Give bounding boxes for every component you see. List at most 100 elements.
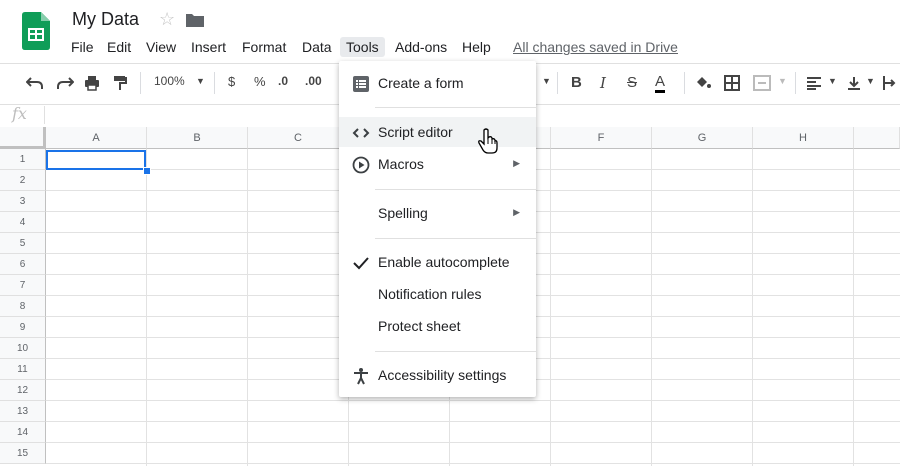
- menu-item-label: Macros: [378, 156, 424, 172]
- menu-item-enable-autocomplete[interactable]: Enable autocomplete: [339, 247, 536, 277]
- row-header[interactable]: 6: [0, 254, 46, 275]
- column-header[interactable]: B: [147, 127, 248, 149]
- row-header[interactable]: 11: [0, 359, 46, 380]
- gridline: [46, 463, 900, 464]
- chevron-down-icon[interactable]: ▼: [828, 76, 837, 86]
- row-header[interactable]: 8: [0, 296, 46, 317]
- form-icon: [353, 76, 369, 92]
- menu-file[interactable]: File: [65, 37, 100, 57]
- star-icon[interactable]: ☆: [159, 9, 175, 30]
- zoom-select[interactable]: 100%: [154, 74, 185, 88]
- menu-data[interactable]: Data: [296, 37, 338, 57]
- menu-item-label: Script editor: [378, 124, 453, 140]
- divider: [214, 72, 215, 94]
- menu-divider: [375, 107, 536, 108]
- menu-divider: [375, 238, 536, 239]
- row-header[interactable]: 7: [0, 275, 46, 296]
- gridline: [247, 149, 248, 466]
- tools-menu-dropdown: Create a form Script editor Macros ▶ Spe…: [339, 61, 536, 397]
- divider: [684, 72, 685, 94]
- selected-cell-a1[interactable]: [46, 150, 146, 170]
- row-header[interactable]: 4: [0, 212, 46, 233]
- menu-item-accessibility-settings[interactable]: Accessibility settings: [339, 360, 536, 390]
- menu-item-script-editor[interactable]: Script editor: [339, 117, 536, 147]
- strikethrough-icon[interactable]: S: [627, 74, 637, 91]
- row-header[interactable]: 1: [0, 149, 46, 170]
- percent-button[interactable]: %: [254, 74, 266, 89]
- menu-item-protect-sheet[interactable]: Protect sheet: [339, 311, 536, 341]
- folder-icon[interactable]: [186, 13, 204, 27]
- gridline: [46, 442, 900, 443]
- bold-icon[interactable]: B: [571, 74, 582, 91]
- align-left-icon[interactable]: [806, 76, 822, 90]
- italic-icon[interactable]: I: [600, 74, 606, 92]
- chevron-down-icon[interactable]: ▼: [778, 76, 787, 86]
- borders-icon[interactable]: [724, 75, 740, 91]
- row-header[interactable]: 3: [0, 191, 46, 212]
- submenu-arrow-icon: ▶: [513, 158, 520, 168]
- column-header[interactable]: C: [248, 127, 349, 149]
- row-header[interactable]: 5: [0, 233, 46, 254]
- redo-icon[interactable]: [56, 76, 74, 90]
- gridline: [46, 400, 900, 401]
- gridline: [146, 149, 147, 466]
- column-header[interactable]: G: [652, 127, 753, 149]
- doc-title[interactable]: My Data: [72, 9, 139, 30]
- row-header[interactable]: 13: [0, 401, 46, 422]
- menu-item-label: Protect sheet: [378, 318, 461, 334]
- column-header[interactable]: H: [753, 127, 854, 149]
- divider: [557, 72, 558, 94]
- chevron-down-icon[interactable]: ▼: [196, 76, 205, 86]
- paint-format-icon[interactable]: [113, 75, 127, 91]
- row-header[interactable]: 15: [0, 443, 46, 464]
- chevron-down-icon[interactable]: ▼: [866, 76, 875, 86]
- print-icon[interactable]: [84, 75, 100, 91]
- menu-insert[interactable]: Insert: [185, 37, 232, 57]
- menu-divider: [375, 351, 536, 352]
- divider: [44, 106, 45, 124]
- increase-decimal-button[interactable]: .00: [305, 74, 322, 88]
- row-header[interactable]: 14: [0, 422, 46, 443]
- menu-addons[interactable]: Add-ons: [389, 37, 453, 57]
- gridline: [651, 149, 652, 466]
- gridline: [752, 149, 753, 466]
- menu-item-spelling[interactable]: Spelling ▶: [339, 198, 536, 228]
- menu-edit[interactable]: Edit: [101, 37, 137, 57]
- sheets-logo[interactable]: [22, 12, 50, 50]
- accessibility-icon: [354, 368, 368, 385]
- menu-format[interactable]: Format: [236, 37, 292, 57]
- vertical-align-icon[interactable]: [846, 75, 862, 91]
- text-color-icon[interactable]: A: [655, 74, 666, 93]
- menu-item-macros[interactable]: Macros ▶: [339, 149, 536, 179]
- menu-help[interactable]: Help: [456, 37, 497, 57]
- row-header[interactable]: 10: [0, 338, 46, 359]
- fill-handle[interactable]: [143, 167, 151, 175]
- column-header[interactable]: [854, 127, 900, 149]
- menu-view[interactable]: View: [140, 37, 182, 57]
- chevron-down-icon[interactable]: ▼: [542, 76, 551, 86]
- gridline: [853, 149, 854, 466]
- text-wrap-icon[interactable]: [882, 75, 898, 91]
- select-all-corner[interactable]: [0, 127, 46, 149]
- merge-cells-icon[interactable]: [753, 75, 771, 91]
- check-icon: [353, 257, 369, 270]
- menu-item-label: Notification rules: [378, 286, 482, 302]
- fill-color-icon[interactable]: [694, 75, 712, 91]
- column-header[interactable]: F: [551, 127, 652, 149]
- menu-item-notification-rules[interactable]: Notification rules: [339, 279, 536, 309]
- row-header[interactable]: 12: [0, 380, 46, 401]
- save-status-link[interactable]: All changes saved in Drive: [513, 39, 678, 55]
- hand-cursor-icon: [478, 128, 498, 154]
- row-header[interactable]: 2: [0, 170, 46, 191]
- menu-item-label: Enable autocomplete: [378, 254, 510, 270]
- undo-icon[interactable]: [26, 76, 44, 90]
- gridline: [46, 421, 900, 422]
- menu-item-create-form[interactable]: Create a form: [339, 68, 536, 98]
- currency-button[interactable]: $: [228, 74, 235, 89]
- decrease-decimal-button[interactable]: .0: [278, 74, 288, 88]
- column-header[interactable]: A: [46, 127, 147, 149]
- fx-icon: fx: [12, 104, 27, 123]
- row-header[interactable]: 9: [0, 317, 46, 338]
- menu-tools[interactable]: Tools: [340, 37, 385, 57]
- divider: [140, 72, 141, 94]
